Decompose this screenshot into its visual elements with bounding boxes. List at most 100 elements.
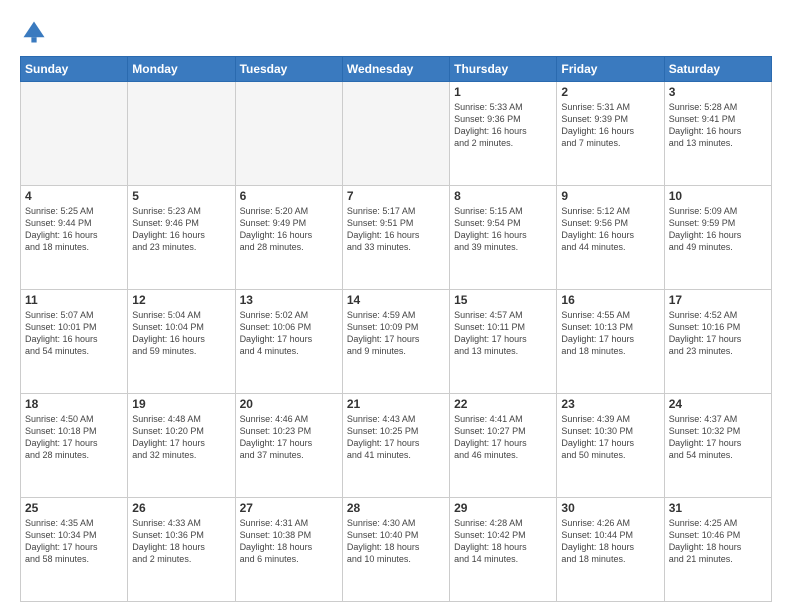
day-info: Sunrise: 4:35 AM Sunset: 10:34 PM Daylig… [25,517,123,566]
day-info: Sunrise: 5:17 AM Sunset: 9:51 PM Dayligh… [347,205,445,254]
calendar-cell: 25 Sunrise: 4:35 AM Sunset: 10:34 PM Dayl… [21,498,128,602]
day-number: 4 [25,189,123,203]
calendar-cell: 17Sunrise: 4:52 AM Sunset: 10:16 PM Dayl… [664,290,771,394]
day-number: 7 [347,189,445,203]
calendar-cell [21,82,128,186]
calendar-cell: 21 Sunrise: 4:43 AM Sunset: 10:25 PM Dayl… [342,394,449,498]
weekday-header-row: SundayMondayTuesdayWednesdayThursdayFrid… [21,57,772,82]
weekday-monday: Monday [128,57,235,82]
day-info: Sunrise: 4:39 AM Sunset: 10:30 PM Daylig… [561,413,659,462]
weekday-thursday: Thursday [450,57,557,82]
day-info: Sunrise: 5:33 AM Sunset: 9:36 PM Dayligh… [454,101,552,150]
day-number: 1 [454,85,552,99]
day-number: 10 [669,189,767,203]
calendar-cell: 7 Sunrise: 5:17 AM Sunset: 9:51 PM Daylig… [342,186,449,290]
calendar-cell: 4Sunrise: 5:25 AM Sunset: 9:44 PM Daylig… [21,186,128,290]
calendar-cell: 14 Sunrise: 4:59 AM Sunset: 10:09 PM Dayl… [342,290,449,394]
day-number: 18 [25,397,123,411]
calendar-cell: 3 Sunrise: 5:28 AM Sunset: 9:41 PM Daylig… [664,82,771,186]
day-number: 24 [669,397,767,411]
day-number: 27 [240,501,338,515]
day-number: 15 [454,293,552,307]
page: SundayMondayTuesdayWednesdayThursdayFrid… [0,0,792,612]
day-info: Sunrise: 4:25 AM Sunset: 10:46 PM Daylig… [669,517,767,566]
day-number: 20 [240,397,338,411]
day-number: 13 [240,293,338,307]
weekday-tuesday: Tuesday [235,57,342,82]
calendar-cell: 19Sunrise: 4:48 AM Sunset: 10:20 PM Dayl… [128,394,235,498]
calendar-cell: 10 Sunrise: 5:09 AM Sunset: 9:59 PM Dayli… [664,186,771,290]
weekday-wednesday: Wednesday [342,57,449,82]
calendar-cell: 16Sunrise: 4:55 AM Sunset: 10:13 PM Dayl… [557,290,664,394]
calendar-cell [342,82,449,186]
day-number: 22 [454,397,552,411]
day-number: 19 [132,397,230,411]
day-info: Sunrise: 4:59 AM Sunset: 10:09 PM Daylig… [347,309,445,358]
calendar-cell: 24 Sunrise: 4:37 AM Sunset: 10:32 PM Dayl… [664,394,771,498]
day-info: Sunrise: 4:26 AM Sunset: 10:44 PM Daylig… [561,517,659,566]
weekday-saturday: Saturday [664,57,771,82]
header [20,18,772,46]
day-number: 8 [454,189,552,203]
calendar-cell: 23 Sunrise: 4:39 AM Sunset: 10:30 PM Dayl… [557,394,664,498]
calendar-cell: 2Sunrise: 5:31 AM Sunset: 9:39 PM Daylig… [557,82,664,186]
calendar-table: SundayMondayTuesdayWednesdayThursdayFrid… [20,56,772,602]
day-number: 12 [132,293,230,307]
day-number: 25 [25,501,123,515]
calendar-cell: 5 Sunrise: 5:23 AM Sunset: 9:46 PM Daylig… [128,186,235,290]
calendar-cell [128,82,235,186]
calendar-cell: 30Sunrise: 4:26 AM Sunset: 10:44 PM Dayl… [557,498,664,602]
calendar-cell: 1 Sunrise: 5:33 AM Sunset: 9:36 PM Daylig… [450,82,557,186]
day-info: Sunrise: 5:09 AM Sunset: 9:59 PM Dayligh… [669,205,767,254]
calendar-cell: 9 Sunrise: 5:12 AM Sunset: 9:56 PM Daylig… [557,186,664,290]
day-info: Sunrise: 5:04 AM Sunset: 10:04 PM Daylig… [132,309,230,358]
day-number: 14 [347,293,445,307]
calendar-cell: 26 Sunrise: 4:33 AM Sunset: 10:36 PM Dayl… [128,498,235,602]
calendar-cell: 13 Sunrise: 5:02 AM Sunset: 10:06 PM Dayl… [235,290,342,394]
day-info: Sunrise: 4:55 AM Sunset: 10:13 PM Daylig… [561,309,659,358]
calendar-cell: 6Sunrise: 5:20 AM Sunset: 9:49 PM Daylig… [235,186,342,290]
calendar-cell: 22 Sunrise: 4:41 AM Sunset: 10:27 PM Dayl… [450,394,557,498]
day-info: Sunrise: 4:30 AM Sunset: 10:40 PM Daylig… [347,517,445,566]
week-row-4: 18 Sunrise: 4:50 AM Sunset: 10:18 PM Dayl… [21,394,772,498]
logo [20,18,52,46]
day-info: Sunrise: 5:02 AM Sunset: 10:06 PM Daylig… [240,309,338,358]
day-number: 21 [347,397,445,411]
day-info: Sunrise: 5:15 AM Sunset: 9:54 PM Dayligh… [454,205,552,254]
day-info: Sunrise: 4:43 AM Sunset: 10:25 PM Daylig… [347,413,445,462]
day-info: Sunrise: 4:41 AM Sunset: 10:27 PM Daylig… [454,413,552,462]
week-row-2: 4Sunrise: 5:25 AM Sunset: 9:44 PM Daylig… [21,186,772,290]
week-row-3: 11Sunrise: 5:07 AM Sunset: 10:01 PM Dayl… [21,290,772,394]
day-info: Sunrise: 4:37 AM Sunset: 10:32 PM Daylig… [669,413,767,462]
weekday-friday: Friday [557,57,664,82]
day-number: 26 [132,501,230,515]
calendar-cell: 27 Sunrise: 4:31 AM Sunset: 10:38 PM Dayl… [235,498,342,602]
calendar-cell: 31 Sunrise: 4:25 AM Sunset: 10:46 PM Dayl… [664,498,771,602]
day-info: Sunrise: 5:23 AM Sunset: 9:46 PM Dayligh… [132,205,230,254]
day-info: Sunrise: 5:12 AM Sunset: 9:56 PM Dayligh… [561,205,659,254]
calendar-cell [235,82,342,186]
day-info: Sunrise: 4:31 AM Sunset: 10:38 PM Daylig… [240,517,338,566]
weekday-sunday: Sunday [21,57,128,82]
day-info: Sunrise: 5:28 AM Sunset: 9:41 PM Dayligh… [669,101,767,150]
day-info: Sunrise: 4:46 AM Sunset: 10:23 PM Daylig… [240,413,338,462]
day-info: Sunrise: 4:33 AM Sunset: 10:36 PM Daylig… [132,517,230,566]
calendar-cell: 20 Sunrise: 4:46 AM Sunset: 10:23 PM Dayl… [235,394,342,498]
day-number: 3 [669,85,767,99]
day-info: Sunrise: 4:28 AM Sunset: 10:42 PM Daylig… [454,517,552,566]
day-number: 9 [561,189,659,203]
logo-icon [20,18,48,46]
week-row-5: 25 Sunrise: 4:35 AM Sunset: 10:34 PM Dayl… [21,498,772,602]
day-number: 11 [25,293,123,307]
calendar-cell: 18 Sunrise: 4:50 AM Sunset: 10:18 PM Dayl… [21,394,128,498]
week-row-1: 1 Sunrise: 5:33 AM Sunset: 9:36 PM Daylig… [21,82,772,186]
day-info: Sunrise: 4:50 AM Sunset: 10:18 PM Daylig… [25,413,123,462]
calendar-cell: 12 Sunrise: 5:04 AM Sunset: 10:04 PM Dayl… [128,290,235,394]
day-number: 31 [669,501,767,515]
calendar-cell: 15Sunrise: 4:57 AM Sunset: 10:11 PM Dayl… [450,290,557,394]
day-info: Sunrise: 5:31 AM Sunset: 9:39 PM Dayligh… [561,101,659,150]
day-info: Sunrise: 4:52 AM Sunset: 10:16 PM Daylig… [669,309,767,358]
day-number: 5 [132,189,230,203]
calendar-cell: 29Sunrise: 4:28 AM Sunset: 10:42 PM Dayl… [450,498,557,602]
day-number: 23 [561,397,659,411]
